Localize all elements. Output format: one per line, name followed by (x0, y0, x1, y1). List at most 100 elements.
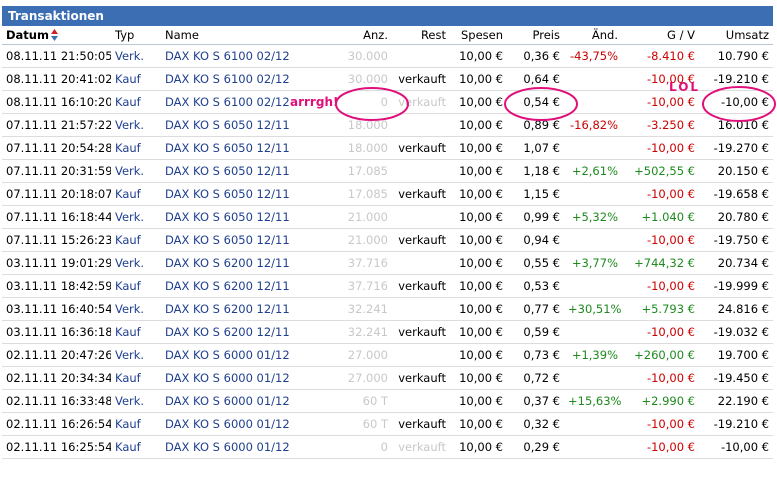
cell-name[interactable]: DAX KO S 6200 12/11 (161, 320, 293, 344)
cell-typ[interactable]: Verk. (111, 389, 161, 413)
column-header-name[interactable]: Name (161, 26, 293, 45)
cell-name[interactable]: DAX KO S 6050 12/11 (161, 205, 293, 229)
cell-typ[interactable]: Verk. (111, 113, 161, 137)
table-row[interactable]: 02.11.11 16:33:48 Verk. DAX KO S 6000 01/1… (2, 389, 773, 413)
table-row[interactable]: 03.11.11 16:36:18 Kauf DAX KO S 6200 12/11… (2, 320, 773, 344)
cell-typ[interactable]: Kauf (111, 435, 161, 459)
cell-name[interactable]: DAX KO S 6000 01/12 (161, 389, 293, 413)
cell-spesen: 10,00 € (450, 435, 507, 459)
cell-gv: +260,00 € (622, 343, 699, 367)
cell-preis: 0,32 € (507, 412, 564, 436)
cell-spesen: 10,00 € (450, 366, 507, 390)
table-row[interactable]: 07.11.11 15:26:23 Kauf DAX KO S 6050 12/11… (2, 228, 773, 252)
cell-preis: 0,53 € (507, 274, 564, 298)
cell-typ[interactable]: Verk. (111, 343, 161, 367)
cell-umsatz: 20.734 € (699, 251, 773, 275)
cell-preis: 0,37 € (507, 389, 564, 413)
column-header-rest[interactable]: Rest (392, 26, 450, 45)
column-header-typ[interactable]: Typ (111, 26, 161, 45)
cell-name[interactable]: DAX KO S 6050 12/11 (161, 182, 293, 206)
cell-typ[interactable]: Kauf (111, 67, 161, 91)
cell-typ[interactable]: Verk. (111, 205, 161, 229)
cell-typ[interactable]: Verk. (111, 297, 161, 321)
column-header-umsatz[interactable]: Umsatz (699, 26, 773, 45)
cell-preis: 0,64 € (507, 67, 564, 91)
cell-gv: +1.040 € (622, 205, 699, 229)
cell-rest (392, 159, 450, 183)
cell-name[interactable]: DAX KO S 6000 01/12 (161, 343, 293, 367)
cell-name[interactable]: DAX KO S 6100 02/12 (161, 44, 293, 68)
cell-typ[interactable]: Kauf (111, 182, 161, 206)
cell-name[interactable]: DAX KO S 6000 01/12 (161, 366, 293, 390)
cell-umsatz: 19.700 € (699, 343, 773, 367)
column-header-aend[interactable]: Änd. (564, 26, 622, 45)
table-row[interactable]: 02.11.11 20:34:34 Kauf DAX KO S 6000 01/12… (2, 366, 773, 390)
cell-anz: 18.000 (293, 113, 392, 137)
cell-datum: 02.11.11 16:25:54 (2, 435, 111, 459)
cell-gv: -10,00 € (622, 182, 699, 206)
cell-typ[interactable]: Kauf (111, 366, 161, 390)
table-row[interactable]: 07.11.11 21:57:22 Verk. DAX KO S 6050 12/1… (2, 113, 773, 137)
column-header-gv[interactable]: G / V (622, 26, 699, 45)
cell-name[interactable]: DAX KO S 6200 12/11 (161, 274, 293, 298)
table-row[interactable]: 07.11.11 20:31:59 Verk. DAX KO S 6050 12/1… (2, 159, 773, 183)
cell-name[interactable]: DAX KO S 6050 12/11 (161, 113, 293, 137)
cell-name[interactable]: DAX KO S 6000 01/12 (161, 412, 293, 436)
cell-name[interactable]: DAX KO S 6050 12/11 (161, 228, 293, 252)
cell-typ[interactable]: Verk. (111, 44, 161, 68)
cell-typ[interactable]: Verk. (111, 251, 161, 275)
table-row[interactable]: 08.11.11 16:10:20 Kauf DAX KO S 6100 02/12… (2, 90, 773, 114)
sort-up-down-icon[interactable] (50, 29, 58, 41)
cell-datum: 03.11.11 18:42:59 (2, 274, 111, 298)
cell-rest: verkauft (392, 90, 450, 114)
cell-gv: -3.250 € (622, 113, 699, 137)
cell-name[interactable]: DAX KO S 6200 12/11 (161, 251, 293, 275)
table-row[interactable]: 02.11.11 16:26:54 Kauf DAX KO S 6000 01/12… (2, 412, 773, 436)
cell-typ[interactable]: Kauf (111, 274, 161, 298)
cell-name[interactable]: DAX KO S 6100 02/12 (161, 67, 293, 91)
cell-preis: 1,15 € (507, 182, 564, 206)
column-header-anz[interactable]: Anz. (293, 26, 392, 45)
table-row[interactable]: 07.11.11 20:18:07 Kauf DAX KO S 6050 12/11… (2, 182, 773, 206)
table-row[interactable]: 02.11.11 16:25:54 Kauf DAX KO S 6000 01/12… (2, 435, 773, 459)
cell-rest (392, 205, 450, 229)
cell-name[interactable]: DAX KO S 6000 01/12 (161, 435, 293, 459)
cell-typ[interactable]: Kauf (111, 228, 161, 252)
cell-aend: -43,75% (564, 44, 622, 68)
cell-name[interactable]: DAX KO S 6050 12/11 (161, 159, 293, 183)
cell-name[interactable]: DAX KO S 6200 12/11 (161, 297, 293, 321)
cell-name[interactable]: DAX KO S 6050 12/11 (161, 136, 293, 160)
column-header-spesen[interactable]: Spesen (450, 26, 507, 45)
column-header-datum[interactable]: Datum (2, 26, 111, 45)
cell-gv: -10,00 € (622, 412, 699, 436)
cell-spesen: 10,00 € (450, 297, 507, 321)
cell-preis: 0,73 € (507, 343, 564, 367)
cell-typ[interactable]: Verk. (111, 159, 161, 183)
cell-anz: 32.241 (293, 297, 392, 321)
cell-typ[interactable]: Kauf (111, 90, 161, 114)
cell-typ[interactable]: Kauf (111, 412, 161, 436)
cell-datum: 02.11.11 16:33:48 (2, 389, 111, 413)
cell-rest: verkauft (392, 67, 450, 91)
table-row[interactable]: 03.11.11 19:01:29 Verk. DAX KO S 6200 12/1… (2, 251, 773, 275)
cell-name[interactable]: DAX KO S 6100 02/12 (161, 90, 293, 114)
cell-spesen: 10,00 € (450, 136, 507, 160)
column-header-preis[interactable]: Preis (507, 26, 564, 45)
table-row[interactable]: 07.11.11 16:18:44 Verk. DAX KO S 6050 12/1… (2, 205, 773, 229)
cell-spesen: 10,00 € (450, 159, 507, 183)
table-row[interactable]: 02.11.11 20:47:26 Verk. DAX KO S 6000 01/1… (2, 343, 773, 367)
table-row[interactable]: 08.11.11 21:50:05 Verk. DAX KO S 6100 02/1… (2, 44, 773, 68)
table-row[interactable]: 08.11.11 20:41:02 Kauf DAX KO S 6100 02/12… (2, 67, 773, 91)
cell-spesen: 10,00 € (450, 274, 507, 298)
table-row[interactable]: 03.11.11 16:40:54 Verk. DAX KO S 6200 12/1… (2, 297, 773, 321)
table-row[interactable]: 03.11.11 18:42:59 Kauf DAX KO S 6200 12/11… (2, 274, 773, 298)
cell-rest: verkauft (392, 182, 450, 206)
cell-aend (564, 67, 622, 91)
cell-typ[interactable]: Kauf (111, 136, 161, 160)
cell-umsatz: -10,00 € (699, 435, 773, 459)
cell-anz: 32.241 (293, 320, 392, 344)
table-row[interactable]: 07.11.11 20:54:28 Kauf DAX KO S 6050 12/11… (2, 136, 773, 160)
cell-aend (564, 320, 622, 344)
cell-typ[interactable]: Kauf (111, 320, 161, 344)
cell-datum: 02.11.11 20:34:34 (2, 366, 111, 390)
